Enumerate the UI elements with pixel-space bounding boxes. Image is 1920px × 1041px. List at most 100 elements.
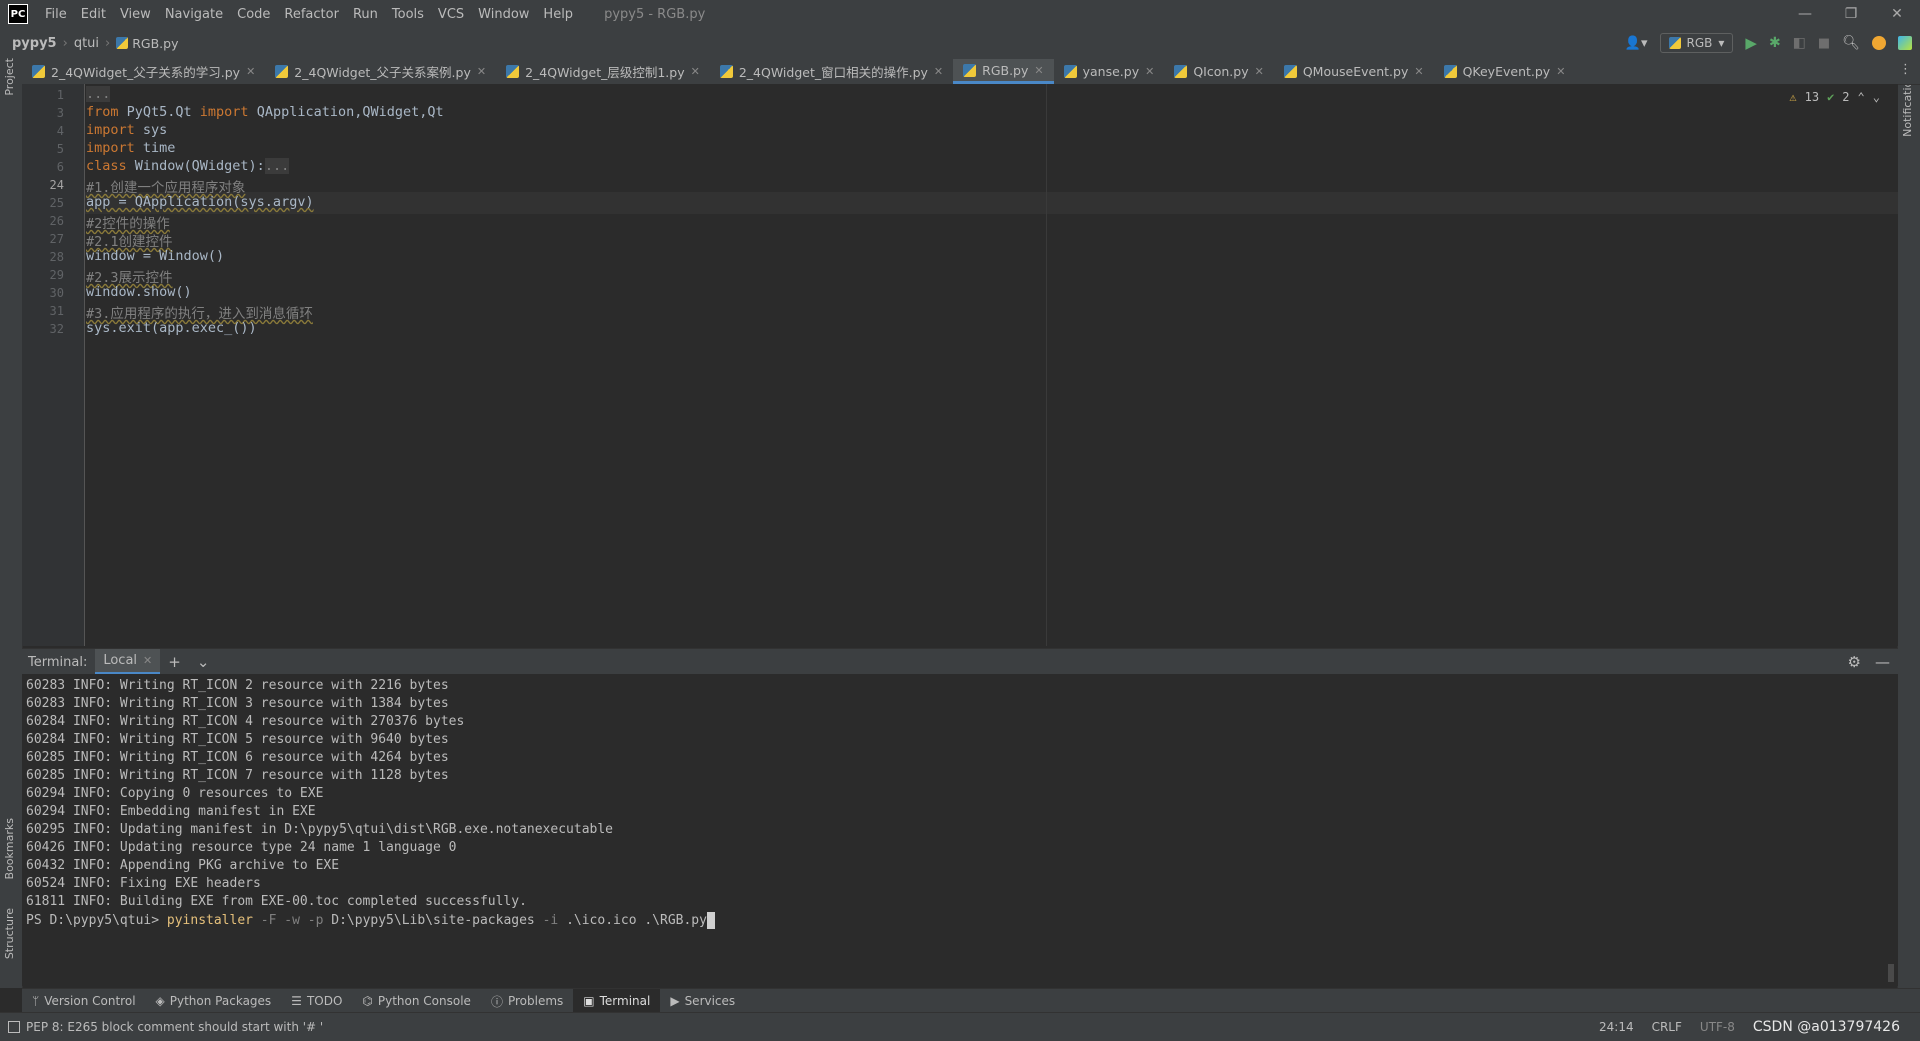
tool-label: Python Console [377,994,471,1008]
stop-icon[interactable]: ■ [1818,36,1830,51]
run-config-selector[interactable]: RGB ▾ [1659,33,1734,53]
line-separator[interactable]: CRLF [1652,1020,1682,1034]
terminal-title: Terminal: [28,654,88,670]
menu-window[interactable]: Window [471,7,536,22]
chevron-right-icon: › [105,35,111,51]
line-number: 25 [49,196,64,210]
window-controls: — ❐ ✕ [1782,0,1920,28]
keyword: import [86,122,135,138]
python-file-icon [1174,65,1188,78]
window-title: pypy5 - RGB.py [604,6,706,22]
scrollbar-thumb[interactable] [1888,964,1894,982]
caret-position[interactable]: 24:14 [1599,1020,1634,1034]
tool-python-console[interactable]: ⌬ Python Console [352,989,481,1013]
watermark: CSDN @a013797426 [1752,1019,1900,1035]
editor-tab[interactable]: QMouseEvent.py ✕ [1274,59,1434,84]
tab-label: QIcon.py [1193,64,1249,79]
more-tabs-icon[interactable]: ⋮ [1899,62,1912,77]
menu-edit[interactable]: Edit [74,7,113,22]
editor-tab[interactable]: yanse.py ✕ [1054,59,1165,84]
close-tab-icon[interactable]: ✕ [477,65,486,78]
tool-python-packages[interactable]: ◈ Python Packages [146,989,282,1013]
bookmarks-tool-button[interactable]: Bookmarks [3,818,16,879]
status-message[interactable]: PEP 8: E265 block comment should start w… [0,1020,323,1034]
keyword: class [86,158,127,174]
tool-version-control[interactable]: ᛘ Version Control [22,989,146,1013]
add-icon[interactable]: + [160,653,189,671]
close-tab-icon[interactable]: ✕ [1145,65,1154,78]
tool-todo[interactable]: ☰ TODO [281,989,352,1013]
editor-tab[interactable]: QIcon.py ✕ [1164,59,1274,84]
terminal-actions: ⚙ — [1848,653,1890,671]
toggle-panels-icon[interactable] [8,1021,20,1033]
tool-services[interactable]: ▶ Services [660,989,745,1013]
terminal-line: 60426 INFO: Updating resource type 24 na… [26,840,457,855]
close-tab-icon[interactable]: ✕ [934,65,943,78]
code-line: window = Window() [86,248,224,264]
tool-problems[interactable]: ⓘ Problems [481,989,573,1013]
terminal-output[interactable]: 60283 INFO: Writing RT_ICON 2 resource w… [22,674,1898,986]
menu-file[interactable]: File [38,7,74,22]
inspection-widget[interactable]: ⚠ 13 ✔ 2 ⌃ ⌄ [1789,90,1880,104]
close-tab-icon[interactable]: ✕ [1034,64,1043,77]
plugin-icon[interactable] [1898,36,1912,50]
command-args: .\ico.ico .\RGB.py [566,913,707,928]
tool-terminal[interactable]: ▣ Terminal [573,989,661,1013]
python-file-icon [719,65,733,78]
menu-view[interactable]: View [113,7,158,22]
close-tab-icon[interactable]: ✕ [143,654,152,667]
debug-icon[interactable]: ✱ [1769,35,1781,51]
terminal-prompt-line[interactable]: PS D:\pypy5\qtui> pyinstaller -F -w -p D… [26,912,715,929]
close-tab-icon[interactable]: ✕ [1414,65,1423,78]
code-line: class Window(QWidget):... [86,158,290,174]
hide-icon[interactable]: — [1875,653,1890,671]
editor-tab-active[interactable]: RGB.py ✕ [953,59,1054,84]
file-encoding[interactable]: UTF-8 [1700,1020,1735,1034]
chevron-up-icon[interactable]: ⌃ [1858,90,1865,104]
structure-tool-button[interactable]: Structure [3,908,16,959]
terminal-line: 60295 INFO: Updating manifest in D:\pypy… [26,822,613,837]
line-number: 27 [49,232,64,246]
code-line: import sys [86,122,167,138]
close-tab-icon[interactable]: ✕ [691,65,700,78]
editor-tab[interactable]: 2_4QWidget_层级控制1.py ✕ [496,59,710,84]
editor-tab[interactable]: QKeyEvent.py ✕ [1434,59,1576,84]
gear-icon[interactable]: ⚙ [1848,653,1861,671]
menu-refactor[interactable]: Refactor [277,7,346,22]
tool-label: Terminal [599,994,651,1008]
project-tool-button[interactable]: Project [3,58,16,96]
close-tab-icon[interactable]: ✕ [246,65,255,78]
close-icon[interactable]: ✕ [1874,0,1920,28]
menu-tools[interactable]: Tools [385,7,431,22]
restore-icon[interactable]: ❐ [1828,0,1874,28]
editor-tab[interactable]: 2_4QWidget_父子关系的学习.py ✕ [22,59,265,84]
search-icon[interactable]: 🔍︎ [1842,35,1860,51]
chevron-down-icon[interactable]: ⌄ [189,653,218,671]
editor-tab[interactable]: 2_4QWidget_窗口相关的操作.py ✕ [710,59,953,84]
close-tab-icon[interactable]: ✕ [1255,65,1264,78]
tool-label: Problems [507,994,564,1008]
folded-region[interactable]: ... [264,158,290,174]
folded-region[interactable]: ... [86,86,111,102]
breadcrumb-project[interactable]: pypy5 [12,36,57,51]
tab-label: 2_4QWidget_父子关系的学习.py [51,65,241,80]
breadcrumb-folder[interactable]: qtui [74,36,99,51]
minimize-icon[interactable]: — [1782,0,1828,28]
menu-vcs[interactable]: VCS [431,7,471,22]
update-icon[interactable] [1872,36,1886,50]
chevron-down-icon[interactable]: ⌄ [1873,90,1880,104]
code-text: time [134,140,176,156]
menu-code[interactable]: Code [230,7,277,22]
run-icon[interactable]: ▶ [1745,34,1757,52]
text-cursor [706,912,715,929]
coverage-icon[interactable]: ◧ [1793,35,1806,51]
menu-help[interactable]: Help [536,7,580,22]
menu-run[interactable]: Run [346,7,385,22]
terminal-tab-local[interactable]: Local ✕ [95,649,161,675]
code-editor[interactable]: 1 3 4 5 6 24 25 26 27 28 29 30 31 32 ...… [22,84,1898,646]
breadcrumb-file[interactable]: RGB.py [116,31,178,56]
user-icon[interactable]: 👤▾ [1625,36,1648,51]
editor-tab[interactable]: 2_4QWidget_父子关系案例.py ✕ [265,59,496,84]
close-tab-icon[interactable]: ✕ [1556,65,1565,78]
menu-navigate[interactable]: Navigate [158,7,230,22]
